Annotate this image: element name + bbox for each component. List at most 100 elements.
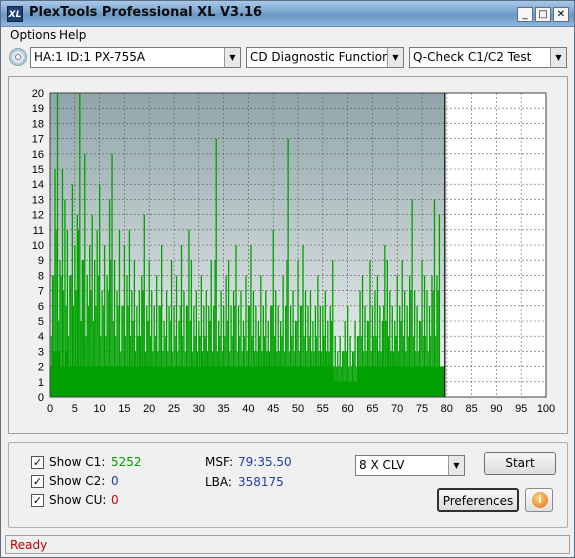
x-tick-label: 30 <box>193 403 205 415</box>
status-text: Ready <box>10 538 48 552</box>
c1-bar <box>154 336 156 397</box>
c1-bar <box>197 351 199 397</box>
c1-bar <box>383 305 385 397</box>
speed-select[interactable]: 8 X CLV ▼ <box>355 455 465 476</box>
y-tick-label: 6 <box>38 301 44 313</box>
c1-bar <box>184 351 186 397</box>
c1-bar <box>316 336 318 397</box>
start-button[interactable]: Start <box>484 452 556 475</box>
c1-bar <box>395 336 397 397</box>
y-tick-label: 17 <box>32 134 44 146</box>
c1-bar <box>73 305 75 397</box>
c1-bar <box>140 336 142 397</box>
x-tick-label: 0 <box>47 403 53 415</box>
c1-bar <box>99 184 101 397</box>
c1-bar <box>60 275 62 397</box>
y-tick-label: 18 <box>32 118 44 130</box>
c1-bar <box>407 336 409 397</box>
title-bar[interactable]: XL PlexTools Professional XL V3.16 _ □ ✕ <box>1 1 574 27</box>
c1-bar <box>87 305 89 397</box>
maximize-button[interactable]: □ <box>535 7 551 22</box>
c1-bar <box>115 336 117 397</box>
c1-bar <box>402 336 404 397</box>
app-icon: XL <box>7 6 23 22</box>
chevron-down-icon[interactable]: ▼ <box>224 48 240 67</box>
c1-bar <box>283 351 285 397</box>
drive-select[interactable]: HA:1 ID:1 PX-755A ▼ <box>30 47 241 68</box>
c1-bar <box>435 336 437 397</box>
c1-bar <box>120 351 122 397</box>
c1-bar <box>111 153 113 397</box>
c1-bar <box>251 336 253 397</box>
check-icon[interactable]: ✓ <box>31 456 44 469</box>
c1-bar <box>236 351 238 397</box>
disc-icon <box>9 48 27 66</box>
c1-bar <box>112 321 114 397</box>
preferences-button[interactable]: Preferences <box>437 488 519 512</box>
y-tick-label: 4 <box>38 331 44 343</box>
c1-bar <box>182 336 184 397</box>
chevron-down-icon[interactable]: ▼ <box>550 48 566 67</box>
info-icon: i <box>532 492 548 508</box>
c1-bar <box>244 336 246 397</box>
c1-bar <box>107 290 109 397</box>
toolbar: HA:1 ID:1 PX-755A ▼ CD Diagnostic Functi… <box>1 45 574 69</box>
check-icon[interactable]: ✓ <box>31 475 44 488</box>
x-tick-label: 50 <box>292 403 304 415</box>
c1-bar <box>80 321 82 397</box>
c1-bar <box>55 229 57 397</box>
c1-bar <box>50 336 52 397</box>
close-button[interactable]: ✕ <box>553 7 569 22</box>
c1-bar <box>71 184 74 397</box>
c1-bar <box>219 336 221 397</box>
c1-bar <box>216 351 218 397</box>
chevron-down-icon[interactable]: ▼ <box>387 48 403 67</box>
c1-bar <box>92 321 94 397</box>
c1-bar <box>61 169 64 397</box>
c1-bar <box>246 351 248 397</box>
minimize-button[interactable]: _ <box>517 7 533 22</box>
c1-bar <box>326 351 328 397</box>
c1-bar <box>221 351 223 397</box>
c1-bar <box>214 260 216 397</box>
c1-bar <box>117 305 119 397</box>
check-icon[interactable]: ✓ <box>31 494 44 507</box>
y-tick-label: 0 <box>38 392 44 404</box>
y-tick-label: 8 <box>38 270 44 282</box>
show-cu-label: Show CU: <box>49 493 107 507</box>
c1-bar <box>355 366 357 397</box>
chevron-down-icon[interactable]: ▼ <box>448 456 464 475</box>
c1-bar <box>298 351 300 397</box>
y-tick-label: 11 <box>33 225 44 237</box>
x-tick-label: 65 <box>366 403 378 415</box>
c1-bar <box>311 351 313 397</box>
test-select[interactable]: Q-Check C1/C2 Test ▼ <box>409 47 567 68</box>
msf-label: MSF: <box>205 455 233 469</box>
menu-help[interactable]: Help <box>59 28 86 42</box>
info-button[interactable]: i <box>525 488 553 512</box>
cu-count: 0 <box>111 493 119 507</box>
c1-bar <box>308 336 310 397</box>
y-tick-label: 12 <box>32 210 44 222</box>
c1-bar <box>241 351 243 397</box>
c1-bar <box>397 351 399 397</box>
menu-bar: Options Help <box>1 27 574 45</box>
c1-bar <box>53 275 55 397</box>
c1-bar <box>420 321 422 397</box>
c1-bar <box>268 351 270 397</box>
c1-bar <box>370 351 372 397</box>
c1-bar <box>70 275 72 397</box>
c1-bar <box>187 305 189 397</box>
c1-bar <box>353 351 355 397</box>
x-tick-label: 70 <box>391 403 403 415</box>
c1-bar <box>365 351 367 397</box>
c1-bar <box>410 290 412 397</box>
c1-bar <box>373 336 375 397</box>
lba-label: LBA: <box>205 475 232 489</box>
c1-bar <box>256 351 258 397</box>
x-tick-label: 10 <box>93 403 105 415</box>
y-tick-label: 5 <box>38 316 44 328</box>
c1-c2-chart: 012345678910111213141516171819200 5 10 15 20… <box>32 88 555 415</box>
function-select[interactable]: CD Diagnostic Functions ▼ <box>246 47 404 68</box>
menu-options[interactable]: Options <box>10 28 56 42</box>
